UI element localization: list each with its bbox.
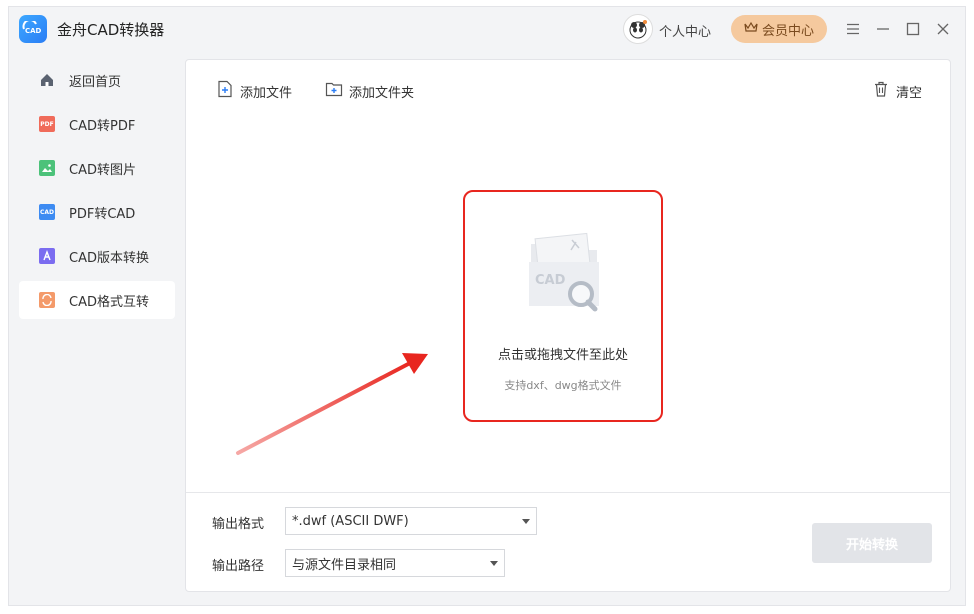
sidebar-item-cad-version[interactable]: CAD版本转换 [19, 237, 175, 275]
sidebar-item-label: 返回首页 [69, 74, 122, 90]
format-convert-icon [39, 292, 55, 308]
cad-file-icon: CAD [39, 204, 55, 220]
app-window: CAD 金舟CAD转换器 个人中心 会员中心 返回首页 PDF CAD转PDF … [8, 6, 966, 606]
sidebar: 返回首页 PDF CAD转PDF CAD转图片 CAD PDF转CAD CAD版… [19, 61, 175, 325]
vip-center-button[interactable]: 会员中心 [731, 15, 827, 43]
file-drop-zone[interactable]: CAD 点击或拖拽文件至此处 支持dxf、dwg格式文件 [463, 190, 663, 422]
vip-center-label: 会员中心 [761, 23, 814, 39]
output-format-select[interactable]: *.dwf (ASCII DWF) [285, 507, 537, 535]
trash-icon [872, 80, 890, 102]
output-path-label: 输出路径 [212, 559, 265, 574]
svg-text:CAD: CAD [535, 273, 566, 288]
sidebar-item-label: CAD版本转换 [69, 250, 149, 266]
maximize-icon[interactable] [903, 19, 923, 39]
user-center-link[interactable]: 个人中心 [659, 21, 711, 40]
sidebar-item-home[interactable]: 返回首页 [19, 61, 175, 99]
sidebar-item-label: PDF转CAD [69, 206, 136, 222]
cad-icon-text: CAD [39, 208, 55, 216]
output-path-value: 与源文件目录相同 [292, 557, 397, 573]
sidebar-item-cad-format-convert[interactable]: CAD格式互转 [19, 281, 175, 319]
chevron-down-icon [522, 519, 530, 524]
add-folder-button[interactable]: 添加文件夹 [325, 80, 414, 102]
add-file-icon [216, 80, 234, 102]
add-file-button[interactable]: 添加文件 [216, 80, 292, 102]
output-format-label: 输出格式 [212, 517, 265, 532]
sidebar-item-cad-to-image[interactable]: CAD转图片 [19, 149, 175, 187]
home-icon [39, 72, 55, 88]
image-icon [39, 160, 55, 176]
pdf-icon: PDF [39, 116, 55, 132]
start-convert-button[interactable]: 开始转换 [812, 523, 932, 563]
chevron-down-icon [490, 561, 498, 566]
close-icon[interactable] [933, 19, 953, 39]
app-title: 金舟CAD转换器 [57, 21, 165, 39]
title-bar: CAD 金舟CAD转换器 个人中心 会员中心 [9, 7, 965, 53]
output-path-select[interactable]: 与源文件目录相同 [285, 549, 505, 577]
add-file-label: 添加文件 [240, 85, 293, 101]
version-icon [39, 248, 55, 264]
clear-button[interactable]: 清空 [872, 80, 922, 102]
output-settings-bar: 输出格式 *.dwf (ASCII DWF) 输出路径 与源文件目录相同 开始转… [186, 492, 950, 592]
sidebar-item-pdf-to-cad[interactable]: CAD PDF转CAD [19, 193, 175, 231]
sidebar-item-label: CAD格式互转 [69, 294, 149, 310]
sidebar-item-cad-to-pdf[interactable]: PDF CAD转PDF [19, 105, 175, 143]
crown-icon [744, 21, 758, 37]
clear-label: 清空 [896, 85, 923, 101]
svg-text:CAD: CAD [25, 27, 42, 35]
add-folder-icon [325, 80, 343, 102]
menu-icon[interactable] [843, 19, 863, 39]
app-logo-icon: CAD [19, 15, 47, 43]
add-folder-label: 添加文件夹 [349, 85, 415, 101]
main-panel: 添加文件 添加文件夹 清空 CAD 点击或拖拽文件至此处 支持dxf、dwg格式… [185, 59, 951, 592]
drop-zone-subtitle: 支持dxf、dwg格式文件 [504, 379, 622, 392]
pdf-icon-text: PDF [40, 120, 54, 128]
sidebar-item-label: CAD转PDF [69, 118, 136, 134]
cad-folder-search-icon: CAD [527, 228, 607, 322]
output-format-value: *.dwf (ASCII DWF) [292, 513, 409, 529]
avatar[interactable] [623, 14, 653, 44]
drop-zone-title: 点击或拖拽文件至此处 [497, 348, 628, 363]
minimize-icon[interactable] [873, 19, 893, 39]
sidebar-item-label: CAD转图片 [69, 162, 136, 178]
